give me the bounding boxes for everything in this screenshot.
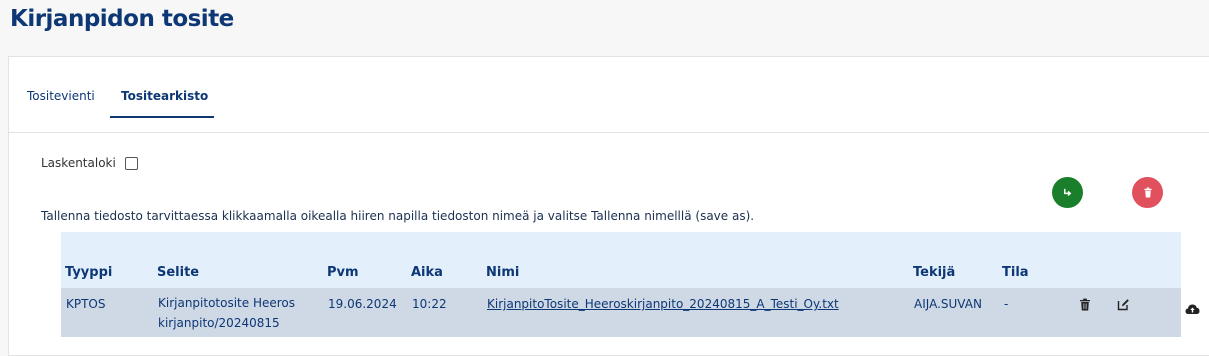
save-instructions: Tallenna tiedosto tarvittaessa klikkaama…: [41, 209, 755, 223]
delete-all-button[interactable]: [1132, 177, 1163, 208]
trash-icon: [1143, 187, 1152, 198]
column-aika[interactable]: Aika: [411, 265, 443, 280]
cell-aika: 10:22: [412, 297, 447, 311]
table-row: KPTOS Kirjanpitotosite Heeros kirjanpito…: [61, 288, 1200, 337]
cell-tila: -: [1004, 297, 1009, 311]
file-name-link[interactable]: KirjanpitoTosite_Heeroskirjanpito_202408…: [487, 297, 839, 311]
laskentaloki-checkbox[interactable]: [124, 156, 138, 170]
cell-tyyppi: KPTOS: [66, 297, 106, 311]
tab-bar: Tositevienti Tositearkisto: [9, 57, 1209, 133]
trash-icon: [1080, 298, 1090, 311]
column-tekija[interactable]: Tekijä: [913, 265, 955, 280]
archive-table: Tyyppi Selite Pvm Aika Nimi Tekijä Tila …: [61, 232, 1200, 337]
row-edit-button[interactable]: [1117, 296, 1131, 311]
column-tila[interactable]: Tila: [1002, 265, 1029, 280]
column-nimi[interactable]: Nimi: [486, 265, 519, 280]
cell-tekija: AIJA.SUVAN: [914, 297, 982, 311]
forward-button[interactable]: [1052, 177, 1083, 208]
tab-tositevienti[interactable]: Tositevienti: [27, 89, 95, 103]
cloud-upload-icon: [1185, 304, 1200, 314]
content-panel: Tositevienti Tositearkisto Laskentaloki …: [8, 56, 1209, 356]
tab-tositearkisto[interactable]: Tositearkisto: [121, 89, 208, 103]
cell-selite: Kirjanpitotosite Heeros kirjanpito/20240…: [158, 293, 295, 333]
cell-pvm: 19.06.2024: [328, 297, 397, 311]
column-selite[interactable]: Selite: [157, 265, 199, 280]
share-arrow-icon: [1064, 188, 1072, 196]
laskentaloki-filter: Laskentaloki: [41, 156, 138, 170]
edit-icon: [1117, 299, 1129, 311]
row-upload-button[interactable]: [1185, 300, 1200, 314]
table-header: Tyyppi Selite Pvm Aika Nimi Tekijä Tila: [61, 232, 1181, 288]
row-delete-button[interactable]: [1079, 296, 1093, 311]
laskentaloki-label: Laskentaloki: [41, 156, 116, 170]
active-tab-indicator: [110, 116, 214, 118]
page-title: Kirjanpidon tosite: [10, 6, 234, 32]
column-tyyppi[interactable]: Tyyppi: [65, 265, 112, 280]
column-pvm[interactable]: Pvm: [327, 265, 359, 280]
cell-selite-line2: kirjanpito/20240815: [158, 316, 280, 330]
cell-selite-line1: Kirjanpitotosite Heeros: [158, 296, 296, 310]
